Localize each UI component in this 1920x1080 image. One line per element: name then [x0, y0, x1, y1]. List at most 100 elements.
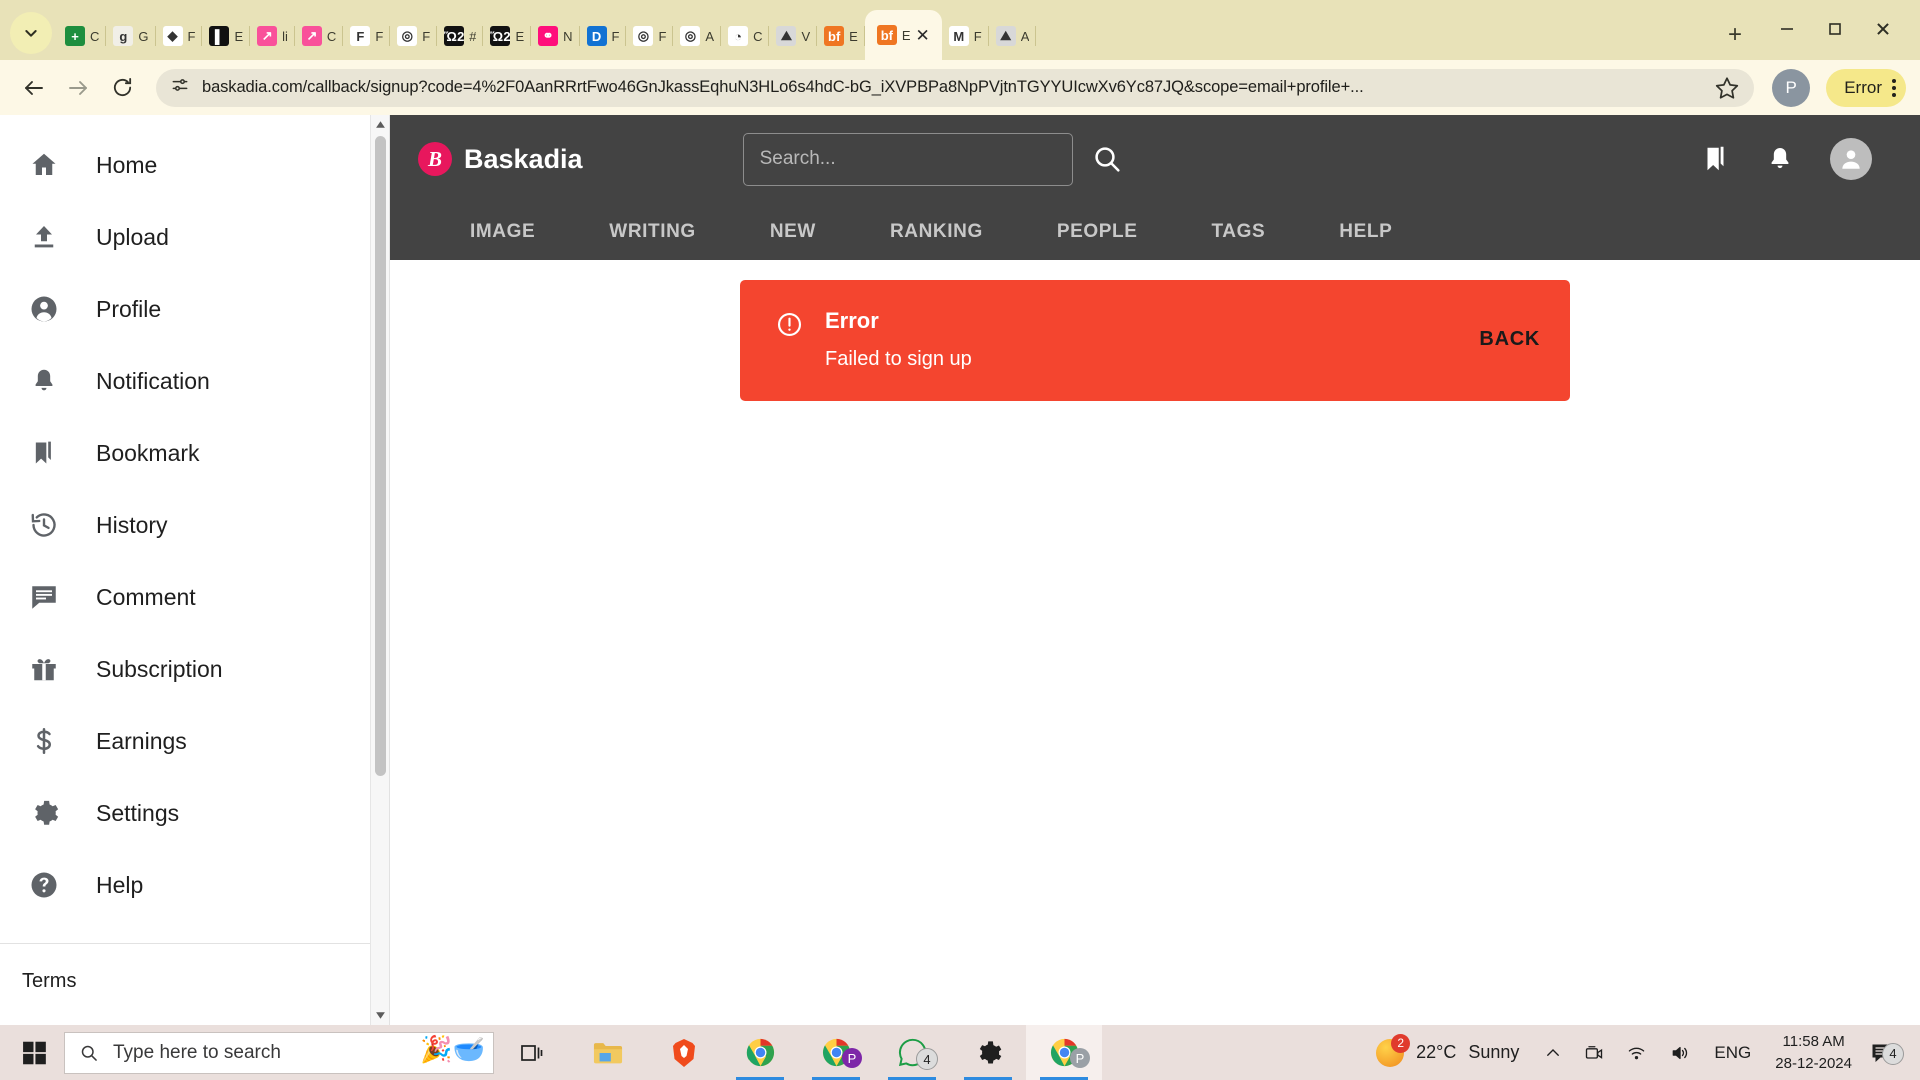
close-tab-icon[interactable]: ✕: [916, 27, 930, 44]
sidebar-item-upload[interactable]: Upload: [0, 201, 389, 273]
browser-tab[interactable]: ↗ li: [250, 12, 295, 60]
show-hidden-icons-chevron-icon[interactable]: [1533, 1044, 1573, 1062]
search-input[interactable]: [742, 132, 1073, 186]
browser-tab[interactable]: Ὥ2 E: [483, 12, 531, 60]
task-view-button[interactable]: [494, 1025, 570, 1080]
dribbble-icon: D: [586, 26, 607, 46]
weather-widget[interactable]: 2 22°C Sunny: [1362, 1033, 1533, 1067]
browser-tab[interactable]: + C: [58, 12, 107, 60]
browser-tab[interactable]: MF: [942, 12, 989, 60]
bookmark-icon[interactable]: [1700, 144, 1730, 174]
tab-search-chevron-icon[interactable]: [10, 12, 52, 54]
sidebar-item-bookmark[interactable]: Bookmark: [0, 417, 389, 489]
gmail-icon: M: [948, 26, 969, 46]
error-alert-back-button[interactable]: BACK: [1479, 328, 1540, 351]
browser-tab[interactable]: ⚭ N: [531, 12, 580, 60]
camera-icon[interactable]: [1573, 1043, 1615, 1063]
book-icon: ▌: [209, 26, 230, 46]
file-explorer-button[interactable]: [570, 1025, 646, 1080]
sidebar-item-home[interactable]: Home: [0, 129, 389, 201]
browser-tab[interactable]: bf E: [817, 12, 865, 60]
sidebar-item-label: Help: [96, 871, 144, 898]
brave-browser-button[interactable]: [646, 1025, 722, 1080]
browser-tab[interactable]: Ὥ2 #: [437, 12, 484, 60]
sidebar-item-history[interactable]: History: [0, 489, 389, 561]
action-center-button[interactable]: 4: [1864, 1041, 1908, 1065]
avatar[interactable]: [1830, 138, 1872, 180]
browser-tab[interactable]: ◎ F: [626, 12, 674, 60]
browser-window: + Cg G ◆ F ▌ E ↗ li ↗ C F F ◎ F Ὥ2 # Ὥ2 E ⚭ N D F ◎ F ◎ A ◔ C ⛰ Vbf Ebf…: [0, 0, 1920, 1025]
scroll-up-arrow-icon[interactable]: [375, 115, 386, 134]
browser-tab-title: N: [563, 28, 573, 44]
sidebar-item-subscription[interactable]: Subscription: [0, 633, 389, 705]
tab-help[interactable]: HELP: [1315, 221, 1416, 243]
sidebar-item-earnings[interactable]: Earnings: [0, 705, 389, 777]
volume-icon[interactable]: [1658, 1043, 1702, 1063]
chrome-active-button[interactable]: P: [1026, 1025, 1102, 1080]
browser-tab[interactable]: ◔ C: [721, 12, 770, 60]
start-button[interactable]: [6, 1040, 64, 1066]
browser-tab-active[interactable]: bf E ✕: [864, 10, 942, 60]
wifi-icon[interactable]: [1615, 1043, 1658, 1063]
sidebar-item-settings[interactable]: Settings: [0, 777, 389, 849]
chrome-browser-button[interactable]: [722, 1025, 798, 1080]
browser-tab[interactable]: DF: [580, 12, 627, 60]
bookmark-star-icon[interactable]: [1714, 75, 1740, 101]
close-window-button[interactable]: [1862, 14, 1904, 44]
browser-tab[interactable]: ◎ A: [673, 12, 721, 60]
sidebar-item-label: Bookmark: [96, 439, 200, 466]
browser-tab[interactable]: ◎ F: [390, 12, 438, 60]
browser-tab-title: V: [801, 28, 811, 44]
tab-people[interactable]: PEOPLE: [1033, 221, 1162, 243]
tab-image[interactable]: IMAGE: [446, 221, 559, 243]
sidebar-item-profile[interactable]: Profile: [0, 273, 389, 345]
browser-tab-title: F: [611, 28, 620, 44]
browser-profile-avatar[interactable]: P: [1772, 68, 1811, 107]
settings-button[interactable]: [950, 1025, 1026, 1080]
tab-writing[interactable]: WRITING: [585, 221, 720, 243]
sidebar-scrollbar[interactable]: [370, 115, 389, 1025]
sidebar-item-comment[interactable]: Comment: [0, 561, 389, 633]
notification-bell-icon[interactable]: [1766, 144, 1794, 174]
sidebar-item-notification[interactable]: Notification: [0, 345, 389, 417]
chrome-profile-button[interactable]: P: [798, 1025, 874, 1080]
language-indicator[interactable]: ENG: [1702, 1043, 1763, 1063]
windows-taskbar: Type here to search 🎉🥣 P 4 P 2 22°C Sunn…: [0, 1025, 1920, 1080]
chrome-menu-icon[interactable]: [1892, 78, 1896, 97]
clock-date: 28-12-2024: [1775, 1054, 1852, 1072]
brand[interactable]: B Baskadia: [418, 142, 583, 176]
tab-new[interactable]: NEW: [746, 221, 840, 243]
scrollbar-thumb[interactable]: [374, 136, 386, 776]
scroll-down-arrow-icon[interactable]: [375, 1006, 386, 1025]
reload-button[interactable]: [102, 68, 142, 108]
browser-tab[interactable]: ◆ F: [156, 12, 203, 60]
site-settings-icon[interactable]: [170, 75, 190, 100]
new-tab-button[interactable]: +: [1718, 18, 1752, 52]
whatsapp-button[interactable]: 4: [874, 1025, 950, 1080]
back-button[interactable]: [14, 68, 54, 108]
browser-tab[interactable]: gG: [106, 12, 156, 60]
search-icon[interactable]: [1091, 143, 1123, 175]
sidebar-terms-link[interactable]: Terms: [22, 970, 76, 992]
forward-button[interactable]: [58, 68, 98, 108]
browser-tab-title: F: [973, 28, 982, 44]
tab-tags[interactable]: TAGS: [1188, 221, 1290, 243]
extension-error-button[interactable]: Error: [1826, 68, 1906, 107]
address-bar[interactable]: baskadia.com/callback/signup?code=4%2F0A…: [156, 68, 1755, 107]
clock-time: 11:58 AM: [1782, 1032, 1845, 1050]
maximize-button[interactable]: [1814, 14, 1856, 44]
figma-icon: ◆: [162, 26, 183, 46]
minimize-button[interactable]: [1766, 14, 1808, 44]
sidebar-item-help[interactable]: Help: [0, 849, 389, 921]
error-alert: Error Failed to sign up BACK: [740, 280, 1570, 401]
browser-tab[interactable]: ⛰ V: [769, 12, 817, 60]
browser-tab[interactable]: FF: [343, 12, 391, 60]
browser-tab[interactable]: ↗ C: [295, 12, 344, 60]
browser-toolbar: baskadia.com/callback/signup?code=4%2F0A…: [0, 60, 1920, 115]
tab-ranking[interactable]: RANKING: [866, 221, 1007, 243]
orange-swirl-icon: ◔: [728, 26, 749, 46]
browser-tab[interactable]: ⛰ A: [989, 12, 1037, 60]
clock[interactable]: 11:58 AM 28-12-2024: [1763, 1031, 1864, 1075]
taskbar-search[interactable]: Type here to search 🎉🥣: [64, 1031, 494, 1074]
browser-tab[interactable]: ▌ E: [202, 12, 250, 60]
